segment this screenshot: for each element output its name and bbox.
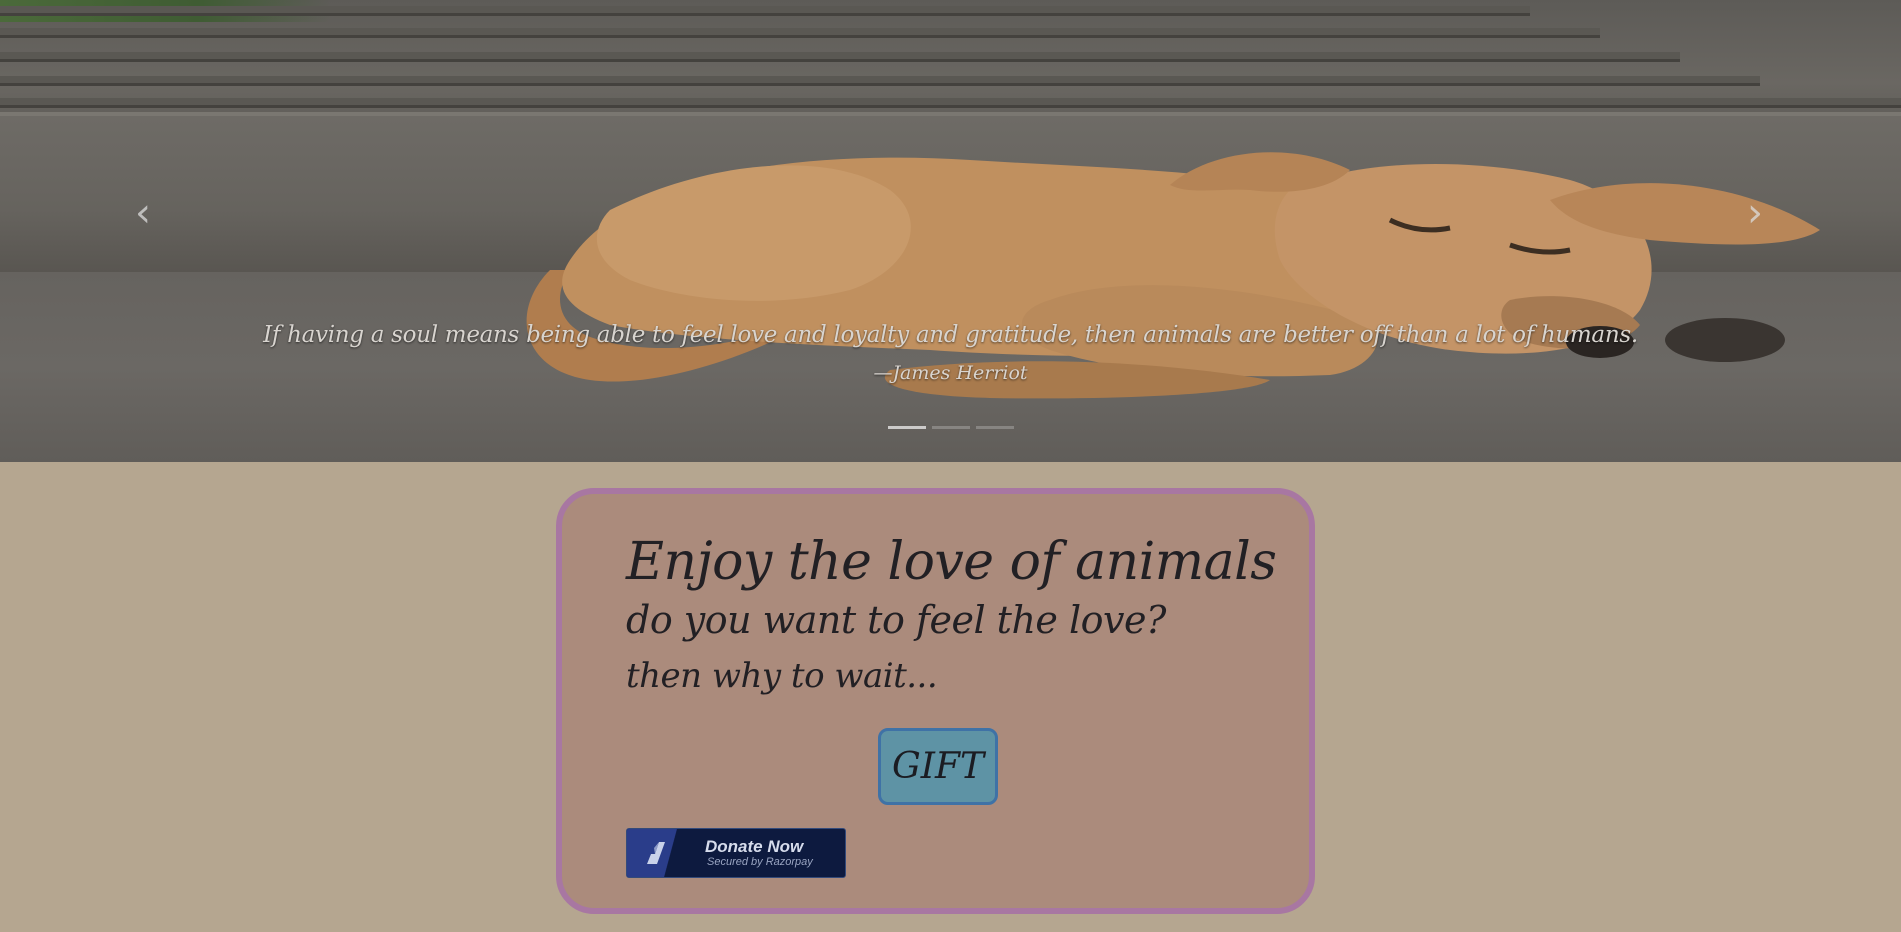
donate-sublabel: Secured by Razorpay xyxy=(707,856,813,868)
carousel-caption: If having a soul means being able to fee… xyxy=(0,322,1901,384)
stair-step xyxy=(0,52,1680,62)
chevron-right-icon: › xyxy=(1747,190,1763,236)
donate-label: Donate Now xyxy=(705,837,804,856)
stair-step xyxy=(0,28,1600,38)
stair-step xyxy=(0,76,1760,86)
caption-author: —James Herriot xyxy=(873,362,1028,384)
chevron-left-icon: ‹ xyxy=(135,190,151,236)
carousel-indicator[interactable] xyxy=(975,426,1014,429)
donate-now-button[interactable]: Donate Now Secured by Razorpay xyxy=(626,828,846,878)
carousel-next-button[interactable]: › xyxy=(1740,193,1770,233)
card-heading: Enjoy the love of animals xyxy=(626,532,1277,592)
gift-button[interactable]: GIFT xyxy=(878,728,998,805)
carousel-indicator[interactable] xyxy=(931,426,970,429)
stair-step xyxy=(0,6,1530,16)
hero-carousel: ‹ › If having a soul means being able to… xyxy=(0,0,1901,462)
card-tagline: then why to wait... xyxy=(626,656,938,696)
carousel-prev-button[interactable]: ‹ xyxy=(128,193,158,233)
donate-text: Donate Now Secured by Razorpay xyxy=(705,837,813,869)
carousel-indicators xyxy=(0,426,1901,429)
donation-card: Enjoy the love of animals do you want to… xyxy=(556,488,1315,914)
stair-step xyxy=(0,98,1901,108)
card-subheading: do you want to feel the love? xyxy=(626,598,1166,642)
razorpay-logo-icon xyxy=(627,829,685,877)
caption-quote: If having a soul means being able to fee… xyxy=(263,322,1638,348)
carousel-indicator[interactable] xyxy=(887,426,926,429)
